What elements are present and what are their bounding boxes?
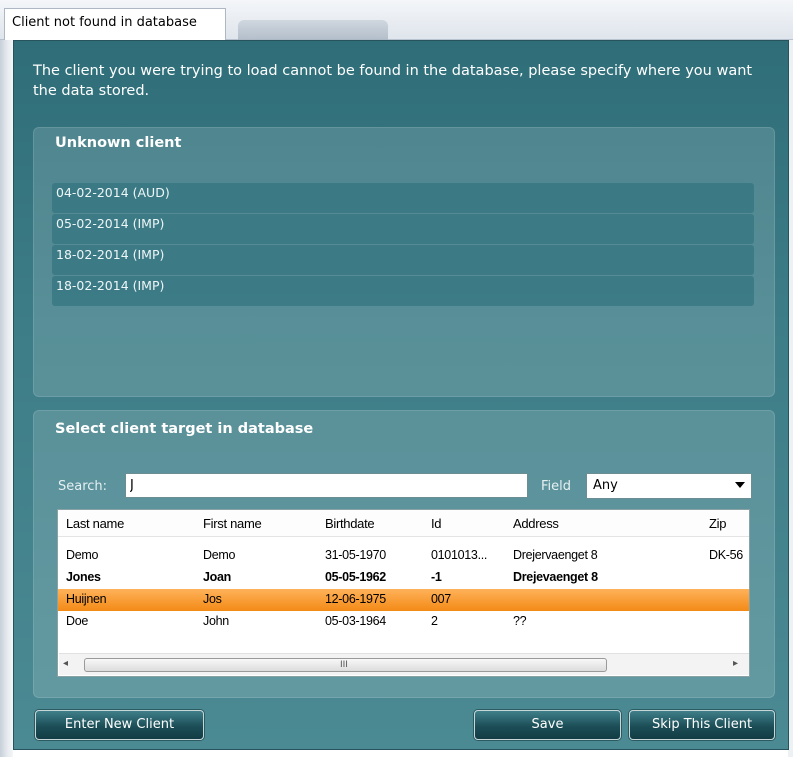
- enter-new-client-button[interactable]: Enter New Client: [35, 710, 204, 740]
- background-window-tab: [238, 20, 388, 40]
- window-left-edge: [0, 40, 13, 757]
- cell-birthdate: 05-03-1964: [325, 614, 386, 628]
- cell-address: Drejervaenget 8: [513, 548, 598, 562]
- cell-birthdate: 05-05-1962: [325, 570, 386, 584]
- cell-last-name: Jones: [66, 570, 101, 584]
- select-target-title: Select client target in database: [55, 421, 314, 437]
- cell-last-name: Demo: [66, 548, 99, 562]
- cell-id: 0101013...: [431, 548, 488, 562]
- window-title: Client not found in database: [12, 15, 197, 30]
- cell-address: Drejevaenget 8: [513, 570, 598, 584]
- table-row[interactable]: Doe John 05-03-1964 2 ??: [58, 611, 749, 633]
- cell-id: 007: [431, 592, 451, 606]
- cell-first-name: John: [203, 614, 229, 628]
- table-row-selected[interactable]: Huijnen Jos 12-06-1975 007: [58, 589, 749, 611]
- scroll-left-arrow-icon[interactable]: ◂: [63, 658, 68, 669]
- scroll-right-arrow-icon[interactable]: ▸: [733, 658, 738, 669]
- column-header-last-name[interactable]: Last name: [66, 516, 186, 531]
- session-item[interactable]: 18-02-2014 (IMP): [52, 245, 754, 275]
- table-header: Last name First name Birthdate Id Addres…: [58, 510, 749, 537]
- column-header-zip[interactable]: Zip: [709, 516, 749, 531]
- field-dropdown[interactable]: Any: [586, 473, 752, 499]
- scrollbar-thumb[interactable]: III: [84, 658, 607, 672]
- cell-address: ??: [513, 614, 527, 628]
- horizontal-scrollbar[interactable]: ◂ III ▸: [59, 653, 749, 675]
- cell-last-name: Huijnen: [66, 592, 107, 606]
- table-row[interactable]: Jones Joan 05-05-1962 -1 Drejevaenget 8: [58, 567, 749, 589]
- unknown-client-title: Unknown client: [55, 135, 182, 151]
- cell-birthdate: 31-05-1970: [325, 548, 386, 562]
- cell-zip: DK-56: [709, 548, 743, 562]
- chevron-down-icon[interactable]: [735, 482, 745, 488]
- table-row[interactable]: Demo Demo 31-05-1970 0101013... Drejerva…: [58, 545, 749, 567]
- scrollbar-grip-icon: III: [340, 660, 348, 670]
- search-label: Search:: [58, 479, 108, 494]
- cell-first-name: Joan: [203, 570, 231, 584]
- cell-id: 2: [431, 614, 438, 628]
- save-button[interactable]: Save: [474, 710, 621, 740]
- search-input[interactable]: [125, 473, 528, 498]
- session-item[interactable]: 04-02-2014 (AUD): [52, 183, 754, 213]
- skip-this-client-button[interactable]: Skip This Client: [629, 710, 775, 740]
- client-table[interactable]: Last name First name Birthdate Id Addres…: [57, 509, 750, 677]
- cell-first-name: Demo: [203, 548, 236, 562]
- cell-last-name: Doe: [66, 614, 89, 628]
- column-header-address[interactable]: Address: [513, 516, 693, 531]
- column-header-first-name[interactable]: First name: [203, 516, 323, 531]
- dialog-message: The client you were trying to load canno…: [33, 63, 753, 99]
- column-header-birthdate[interactable]: Birthdate: [325, 516, 425, 531]
- session-item[interactable]: 18-02-2014 (IMP): [52, 276, 754, 306]
- cell-first-name: Jos: [203, 592, 222, 606]
- session-item[interactable]: 05-02-2014 (IMP): [52, 214, 754, 244]
- column-header-id[interactable]: Id: [431, 516, 501, 531]
- field-label: Field: [541, 479, 572, 494]
- cell-birthdate: 12-06-1975: [325, 592, 386, 606]
- cell-id: -1: [431, 570, 442, 584]
